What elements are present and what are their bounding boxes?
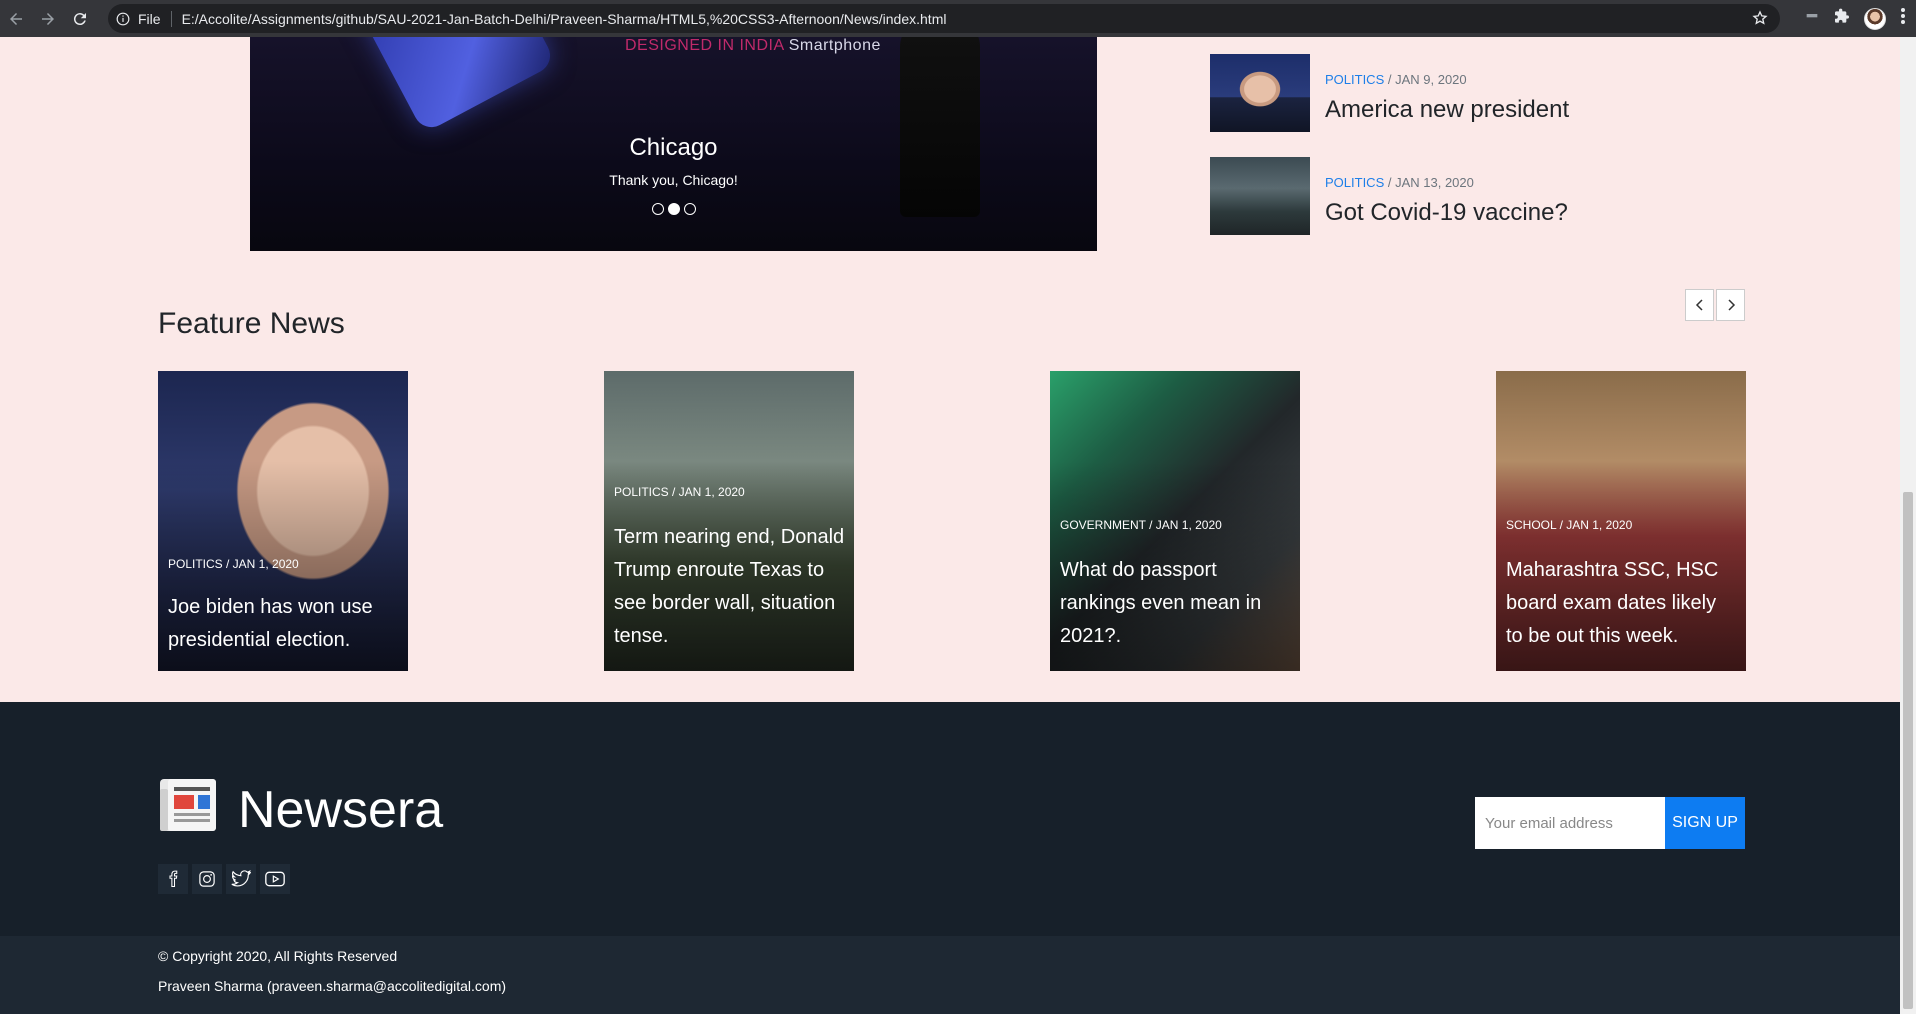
chevron-left-icon [1695,299,1703,311]
omnibox-divider [170,10,172,27]
newspaper-logo-icon [158,775,218,835]
twitter-icon[interactable] [226,864,256,894]
feature-card[interactable]: SCHOOL / JAN 1, 2020 Maharashtra SSC, HS… [1496,371,1746,671]
instagram-icon[interactable] [192,864,222,894]
hero-carousel[interactable]: DESIGNED IN INDIA Smartphone Chicago Tha… [250,37,1097,251]
feature-card-meta: SCHOOL / JAN 1, 2020 [1506,518,1633,532]
scheme-label: File [138,10,161,27]
carousel-promo-text: DESIGNED IN INDIA Smartphone [625,37,881,55]
feature-card-title[interactable]: Maharashtra SSC, HSC board exam dates li… [1506,554,1738,653]
side-news-item[interactable]: POLITICS / JAN 9, 2020 America new presi… [1210,54,1750,132]
footer-brand-name: Newsera [238,781,444,839]
feature-next-button[interactable] [1716,289,1745,321]
newsletter-signup-button[interactable]: SIGN UP [1665,797,1745,849]
carousel-phone-image [353,37,557,134]
feature-card[interactable]: POLITICS / JAN 1, 2020 Joe biden has won… [158,371,408,671]
facebook-icon[interactable] [158,864,188,894]
side-news-meta: POLITICS / JAN 13, 2020 [1325,175,1474,190]
arrow-right-icon [42,12,54,25]
side-news-title[interactable]: Got Covid-19 vaccine? [1325,199,1568,227]
copyright-text: © Copyright 2020, All Rights Reserved [158,948,398,964]
scrollbar-thumb[interactable] [1903,492,1913,1009]
promo-text-pink: DESIGNED IN INDIA [625,37,784,54]
newsletter-email-input[interactable] [1475,797,1665,849]
feature-card[interactable]: GOVERNMENT / JAN 1, 2020 What do passpor… [1050,371,1300,671]
feature-prev-button[interactable] [1685,289,1714,321]
toolbar-right [1804,0,1916,37]
feature-card-title[interactable]: Joe biden has won use presidential elect… [168,591,400,657]
author-credit: Praveen Sharma (praveen.sharma@accolited… [158,978,507,994]
side-news-thumbnail [1210,54,1310,132]
carousel-indicators [250,203,1097,215]
side-news-thumbnail [1210,157,1310,235]
footer-bottom-bar: © Copyright 2020, All Rights Reserved Pr… [0,936,1900,1014]
chevron-right-icon [1727,299,1735,311]
forward-button[interactable] [32,0,64,37]
side-news-meta: POLITICS / JAN 9, 2020 [1325,72,1467,87]
back-button[interactable] [0,0,32,37]
profile-avatar[interactable] [1864,7,1886,30]
side-news-date: / JAN 13, 2020 [1384,175,1474,190]
browser-toolbar: File E:/Accolite/Assignments/github/SAU-… [0,0,1916,37]
url-text[interactable]: E:/Accolite/Assignments/github/SAU-2021-… [182,11,947,27]
bookmark-star-icon[interactable] [1752,10,1768,29]
feature-card-title[interactable]: What do passport rankings even mean in 2… [1060,554,1292,653]
site-footer: Newsera SIGN UP [0,702,1900,936]
carousel-person-image [900,37,980,217]
feature-card-meta: POLITICS / JAN 1, 2020 [168,557,299,571]
reload-button[interactable] [64,0,96,37]
page-scrollbar[interactable] [1900,37,1916,1014]
carousel-caption-title: Chicago [629,134,718,161]
info-icon[interactable] [108,12,138,26]
carousel-indicator-1[interactable] [651,203,664,215]
carousel-indicator-2[interactable] [667,203,680,215]
news-page: DESIGNED IN INDIA Smartphone Chicago Tha… [0,37,1900,1014]
side-news-category[interactable]: POLITICS [1325,175,1384,190]
side-news-title[interactable]: America new president [1325,96,1569,124]
social-links [158,864,290,894]
carousel-indicator-3[interactable] [683,203,696,215]
arrow-left-icon [10,12,22,25]
promo-text-white: Smartphone [783,37,881,54]
reload-icon [73,12,86,25]
side-news-date: / JAN 9, 2020 [1384,72,1467,87]
feature-card-title[interactable]: Term nearing end, Donald Trump enroute T… [614,521,846,653]
address-bar[interactable]: File E:/Accolite/Assignments/github/SAU-… [108,4,1780,33]
feature-card[interactable]: POLITICS / JAN 1, 2020 Term nearing end,… [604,371,854,671]
side-news-item[interactable]: POLITICS / JAN 13, 2020 Got Covid-19 vac… [1210,157,1750,235]
side-news-category[interactable]: POLITICS [1325,72,1384,87]
feature-card-meta: POLITICS / JAN 1, 2020 [614,485,745,499]
feature-news-heading: Feature News [158,307,345,340]
youtube-icon[interactable] [260,864,290,894]
extension-minimize-icon[interactable] [1804,8,1820,29]
extensions-puzzle-icon[interactable] [1834,8,1850,29]
feature-card-meta: GOVERNMENT / JAN 1, 2020 [1060,518,1222,532]
kebab-menu-icon[interactable] [1900,7,1906,30]
carousel-caption-text: Thank you, Chicago! [609,172,738,188]
